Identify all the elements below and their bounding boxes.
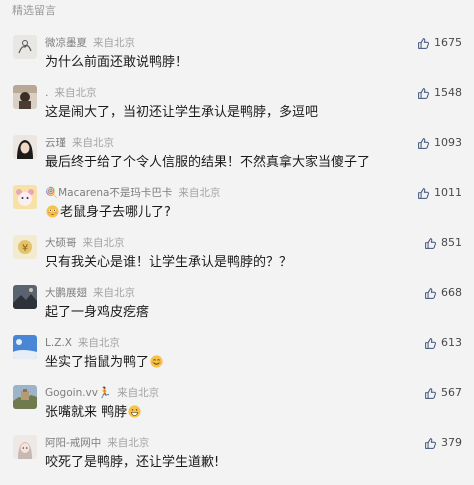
comment-header: Gogoin.vv🏃 来自北京 — [45, 386, 159, 400]
comment-header: 微凉墨夏 来自北京 — [45, 36, 135, 50]
like-count: 613 — [441, 336, 462, 349]
comment-location: 来自北京 — [93, 287, 135, 299]
like-count: 1675 — [434, 36, 462, 49]
like-count: 379 — [441, 436, 462, 449]
thumbs-up-icon — [418, 187, 429, 199]
great-wall-avatar[interactable] — [13, 385, 37, 409]
comment-location: 来自北京 — [82, 237, 125, 249]
comment-location: 来自北京 — [93, 37, 135, 49]
svg-text:¥: ¥ — [22, 243, 28, 254]
comment-text: 老鼠身子去哪儿了? — [60, 205, 171, 220]
comment-location: 来自北京 — [178, 187, 221, 199]
comment-header: 云瑾 来自北京 — [45, 136, 114, 150]
comment-item: 微凉墨夏 来自北京 为什么前面还敢说鸭脖！ 1675 — [0, 35, 474, 85]
comment-text: 坐实了指鼠为鸭了 — [45, 355, 150, 370]
comment-location: 来自北京 — [77, 337, 120, 349]
comment-location: 来自北京 — [117, 387, 160, 399]
comment-item: ¥ 大硕哥 来自北京 只有我关心是谁！让学生承认是鸭脖的？？ 851 — [0, 235, 474, 285]
like-button[interactable]: 668 — [424, 286, 462, 300]
like-count: 851 — [441, 236, 462, 249]
thumbs-up-icon — [425, 237, 436, 249]
comment-item: 大鹏展翅 来自北京 起了一身鸡皮疙瘩 668 — [0, 285, 474, 335]
comment-item: 云瑾 来自北京 最后终于给了个令人信服的结果！不然真拿大家当傻子了 1093 — [0, 135, 474, 185]
comment-location: 来自北京 — [72, 137, 114, 149]
commenter-name[interactable]: 阿阳-戒网中 — [45, 437, 101, 449]
commenter-name[interactable]: 大硕哥 — [45, 237, 77, 249]
comment-header: . 来自北京 — [45, 86, 97, 100]
blue-sky-avatar[interactable] — [13, 335, 37, 359]
comment-text: 只有我关心是谁！让学生承认是鸭脖的？？ — [45, 255, 293, 270]
comment-text-row: 坐实了指鼠为鸭了 — [45, 354, 164, 372]
commenter-name[interactable]: 云瑾 — [45, 137, 66, 149]
thumbs-up-icon — [425, 387, 436, 399]
comment-item: Gogoin.vv🏃 来自北京 张嘴就来 鸭脖 567 — [0, 385, 474, 435]
comment-location: 来自北京 — [107, 437, 150, 449]
commenter-name[interactable]: L.Z.X — [45, 337, 72, 349]
comment-text-row: 老鼠身子去哪儿了? — [45, 204, 171, 222]
lollipop-icon: 🍭 — [45, 187, 59, 199]
thumbs-up-icon — [418, 137, 429, 149]
like-count: 1011 — [434, 186, 462, 199]
like-button[interactable]: 1011 — [417, 186, 462, 200]
commenter-name[interactable]: 微凉墨夏 — [45, 37, 87, 49]
comment-text: 最后终于给了个令人信服的结果！不然真拿大家当傻子了 — [45, 155, 371, 170]
thumbs-up-icon — [418, 87, 429, 99]
comment-header: 阿阳-戒网中 来自北京 — [45, 436, 149, 450]
like-count: 567 — [441, 386, 462, 399]
sketch-figure-avatar[interactable] — [13, 35, 37, 59]
comment-text: 咬死了是鸭脖，还让学生道歉! — [45, 455, 220, 470]
comment-text-row: 张嘴就来 鸭脖 — [45, 404, 142, 422]
comment-text: 为什么前面还敢说鸭脖！ — [45, 55, 189, 70]
like-button[interactable]: 613 — [424, 336, 462, 350]
dark-landscape-avatar[interactable] — [13, 285, 37, 309]
comment-item: L.Z.X 来自北京 坐实了指鼠为鸭了 613 — [0, 335, 474, 385]
comment-text: 张嘴就来 鸭脖 — [45, 405, 128, 420]
money-symbol-avatar[interactable]: ¥ — [13, 235, 37, 259]
like-button[interactable]: 379 — [424, 436, 462, 450]
commenter-name[interactable]: Macarena不是玛卡巴卡 — [58, 187, 172, 199]
like-count: 1548 — [434, 86, 462, 99]
comment-location: 来自北京 — [54, 87, 97, 99]
like-button[interactable]: 1675 — [417, 36, 462, 50]
thumbs-up-icon — [425, 287, 436, 299]
thumbs-up-icon — [425, 337, 436, 349]
girl-portrait-avatar[interactable] — [13, 135, 37, 159]
running-person-icon: 🏃 — [98, 387, 112, 399]
section-title: 精选留言 — [12, 4, 56, 17]
anime-character-avatar[interactable] — [13, 435, 37, 459]
cartoon-bear-avatar[interactable] — [13, 185, 37, 209]
comment-item: 🍭Macarena不是玛卡巴卡 来自北京 老鼠身子去哪儿了? 1011 — [0, 185, 474, 235]
like-button[interactable]: 1093 — [417, 136, 462, 150]
like-count: 1093 — [434, 136, 462, 149]
like-button[interactable]: 1548 — [417, 86, 462, 100]
comment-header: 大鹏展翅 来自北京 — [45, 286, 135, 300]
hooded-person-avatar[interactable] — [13, 85, 37, 109]
comment-header: 🍭Macarena不是玛卡巴卡 来自北京 — [45, 186, 220, 200]
comment-header: 大硕哥 来自北京 — [45, 236, 125, 250]
thumbs-up-icon — [425, 437, 436, 449]
commenter-name[interactable]: . — [45, 86, 49, 99]
smiling-face-emoji — [150, 355, 163, 368]
thumbs-up-icon — [418, 37, 429, 49]
comment-item: . 来自北京 这是闹大了，当初还让学生承认是鸭脖，多逗吧 1548 — [0, 85, 474, 135]
flushed-face-emoji — [46, 205, 59, 218]
comment-text: 起了一身鸡皮疙瘩 — [45, 305, 150, 320]
like-button[interactable]: 851 — [424, 236, 462, 250]
comment-header: L.Z.X 来自北京 — [45, 336, 120, 350]
comment-text: 这是闹大了，当初还让学生承认是鸭脖，多逗吧 — [45, 105, 319, 120]
like-count: 668 — [441, 286, 462, 299]
commenter-name[interactable]: 大鹏展翅 — [45, 287, 87, 299]
grinning-face-emoji — [128, 405, 141, 418]
like-button[interactable]: 567 — [424, 386, 462, 400]
commenter-name[interactable]: Gogoin.vv — [45, 387, 98, 399]
